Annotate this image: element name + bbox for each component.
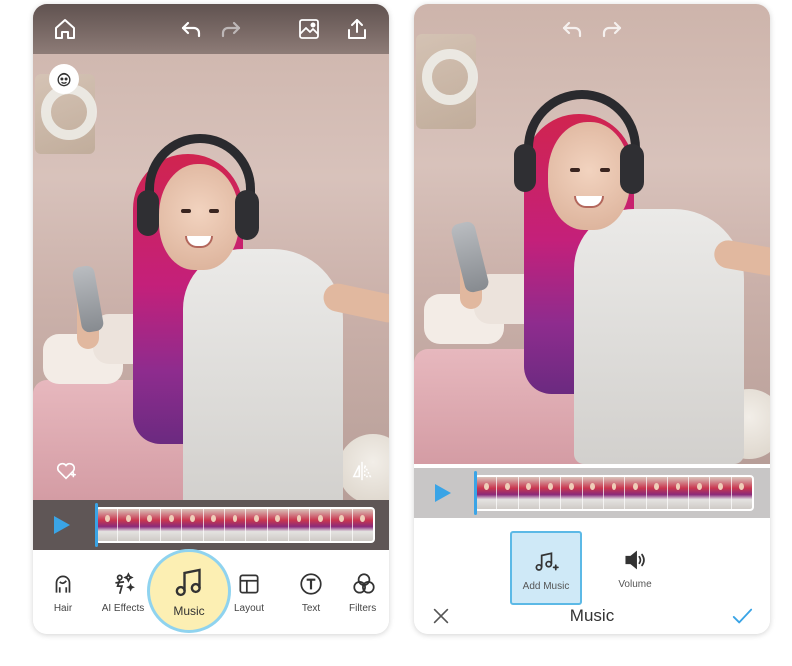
panel-footer: Music xyxy=(414,604,770,634)
layout-icon xyxy=(239,574,259,594)
phone-screen-left: Hair AI Effects Layout Text Filters Musi… xyxy=(33,4,389,634)
tool-hair[interactable]: Hair xyxy=(33,571,93,614)
filmstrip[interactable] xyxy=(474,475,754,511)
play-icon[interactable] xyxy=(430,481,454,505)
hair-icon xyxy=(55,575,71,593)
video-timeline xyxy=(414,468,770,518)
volume-button[interactable]: Volume xyxy=(599,531,671,605)
tool-label: AI Effects xyxy=(101,603,145,614)
play-icon[interactable] xyxy=(49,513,73,537)
undo-icon[interactable] xyxy=(177,15,205,43)
compare-icon[interactable] xyxy=(349,458,375,484)
playhead[interactable] xyxy=(474,471,477,515)
top-bar xyxy=(414,4,770,54)
undo-icon[interactable] xyxy=(558,15,586,43)
filmstrip[interactable] xyxy=(95,507,375,543)
tool-label: Filters xyxy=(349,603,377,614)
face-effect-icon[interactable] xyxy=(49,64,79,94)
option-label: Volume xyxy=(618,579,652,590)
tool-ai-effects[interactable]: AI Effects xyxy=(93,571,153,614)
phone-screen-right: Add Music Volume Music xyxy=(414,4,770,634)
gallery-icon[interactable] xyxy=(295,15,323,43)
tool-text[interactable]: Text xyxy=(281,571,341,614)
tool-label: Music xyxy=(173,604,205,618)
video-timeline xyxy=(33,500,389,550)
add-music-button[interactable]: Add Music xyxy=(510,531,582,605)
playhead[interactable] xyxy=(95,503,98,547)
filters-icon xyxy=(353,573,375,594)
redo-icon[interactable] xyxy=(217,15,245,43)
home-icon[interactable] xyxy=(51,15,79,43)
option-label: Add Music xyxy=(522,581,570,592)
redo-icon[interactable] xyxy=(598,15,626,43)
favorite-add-icon[interactable] xyxy=(53,458,79,484)
tool-label: Hair xyxy=(53,603,73,614)
music-panel: Add Music Volume Music xyxy=(414,525,770,634)
tool-label: Text xyxy=(301,603,321,614)
sparkle-figure-icon xyxy=(115,572,135,594)
speaker-icon xyxy=(625,550,645,570)
check-icon[interactable] xyxy=(730,605,754,627)
video-preview xyxy=(33,4,389,500)
add-music-icon xyxy=(535,552,559,571)
tool-music[interactable]: Music xyxy=(147,549,231,633)
page: Hair AI Effects Layout Text Filters Musi… xyxy=(0,0,792,666)
tool-filters[interactable]: Filters xyxy=(343,571,389,614)
panel-title: Music xyxy=(569,606,615,625)
share-icon[interactable] xyxy=(343,15,371,43)
video-preview xyxy=(414,4,770,464)
top-bar xyxy=(33,4,389,54)
music-note-icon xyxy=(175,568,201,597)
text-icon xyxy=(300,573,322,595)
